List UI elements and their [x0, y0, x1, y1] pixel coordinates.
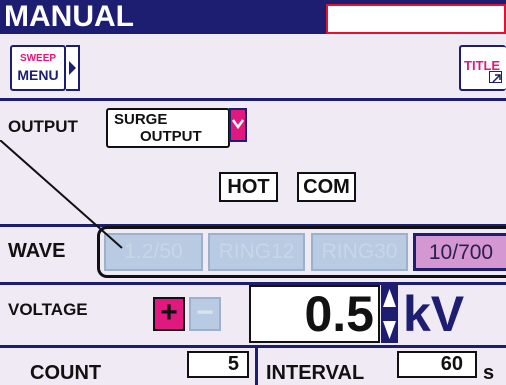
- divider-1: [0, 98, 506, 101]
- arrow-up-icon: [383, 289, 396, 307]
- wave-option-ring12[interactable]: RING12: [208, 233, 305, 271]
- chevron-down-icon: [231, 119, 245, 130]
- title-button[interactable]: TITLE: [459, 45, 506, 91]
- count-label: COUNT: [30, 362, 102, 384]
- output-value-line2: OUTPUT: [140, 128, 202, 145]
- sweep-menu-button[interactable]: SWEEP MENU: [10, 45, 66, 91]
- interval-label: INTERVAL: [266, 362, 365, 384]
- hot-indicator: HOT: [219, 172, 278, 202]
- sweep-menu-arrow-icon[interactable]: [66, 45, 80, 91]
- voltage-down-button[interactable]: [381, 314, 398, 343]
- count-value-field[interactable]: 5: [187, 351, 249, 378]
- wave-option-10-700[interactable]: 10/700: [413, 233, 506, 271]
- voltage-plus-button[interactable]: +: [153, 297, 185, 331]
- count-interval-divider: [255, 345, 258, 385]
- voltage-unit: kV: [403, 286, 465, 342]
- sweep-menu-line1: SWEEP: [19, 53, 57, 64]
- voltage-value-field[interactable]: 0.5: [249, 285, 380, 343]
- voltage-minus-button[interactable]: −: [189, 297, 221, 331]
- sweep-menu-line2: MENU: [17, 67, 59, 83]
- divider-4: [0, 345, 506, 348]
- wave-option-ring30[interactable]: RING30: [311, 233, 408, 271]
- output-label: OUTPUT: [8, 117, 78, 136]
- com-indicator: COM: [297, 172, 356, 202]
- output-value-line1: SURGE: [114, 111, 168, 128]
- voltage-label: VOLTAGE: [8, 300, 88, 319]
- output-dropdown-button[interactable]: [229, 108, 247, 142]
- voltage-up-button[interactable]: [381, 285, 398, 314]
- exit-arrow-icon: [489, 71, 502, 83]
- callout-leader-line: [0, 140, 123, 249]
- interval-unit: s: [483, 362, 495, 384]
- arrow-down-icon: [383, 321, 396, 339]
- voltage-value: 0.5: [304, 286, 374, 342]
- page-title: MANUAL: [4, 0, 134, 33]
- title-status-field: [326, 4, 506, 34]
- interval-value-field[interactable]: 60: [397, 351, 477, 378]
